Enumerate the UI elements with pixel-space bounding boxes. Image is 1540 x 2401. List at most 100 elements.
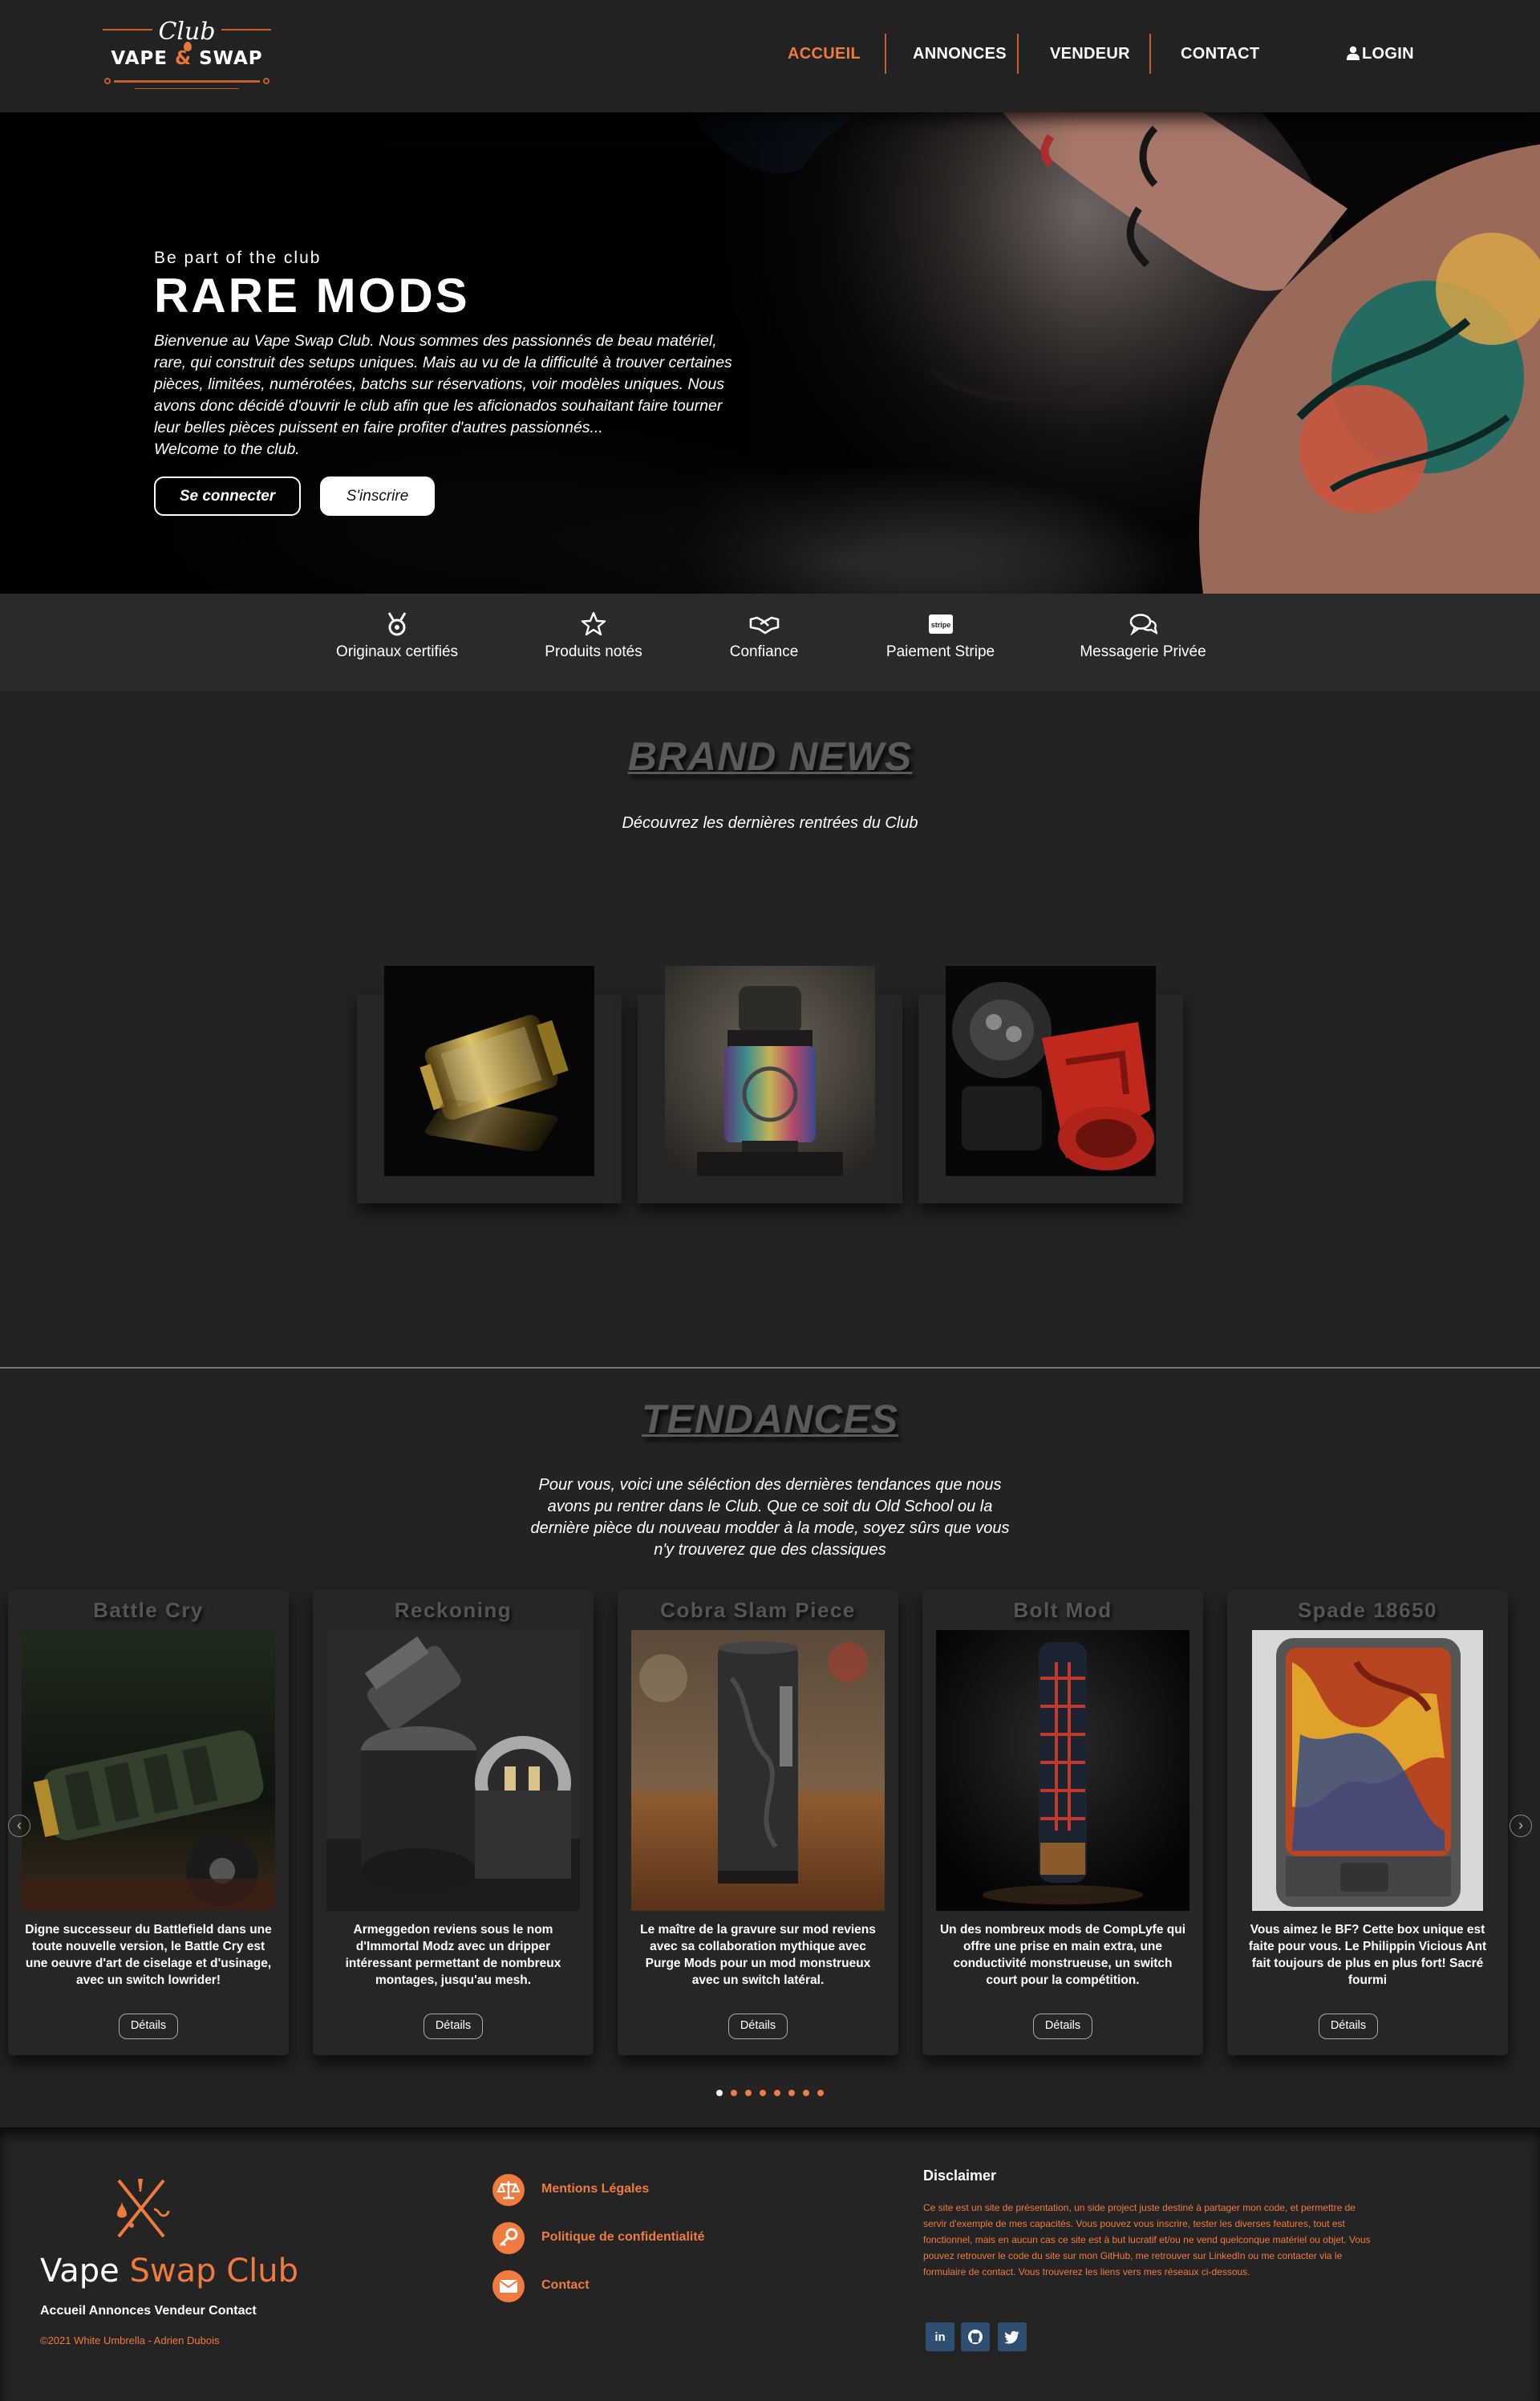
nav-separator [885, 34, 886, 74]
feature-label: Confiance [729, 643, 799, 660]
trend-card-title: Cobra Slam Piece [660, 1598, 856, 1622]
site-logo[interactable]: Club VAPE & SWAP [103, 18, 271, 93]
key-icon [492, 2222, 525, 2254]
details-button[interactable]: Détails [424, 2014, 483, 2039]
carousel-dot[interactable] [745, 2090, 752, 2096]
feature-label: Produits notés [545, 643, 642, 660]
features-bar: Originaux certifiés Produits notés Confi… [0, 594, 1540, 692]
balance-scale-icon [492, 2174, 525, 2206]
trend-image-spade-18650[interactable] [1252, 1630, 1483, 1911]
details-button[interactable]: Détails [1319, 2014, 1378, 2039]
carousel-dot[interactable] [731, 2090, 737, 2096]
chat-icon [1129, 614, 1157, 636]
nav-login[interactable]: LOGIN [1347, 45, 1414, 63]
login-button[interactable]: Se connecter [154, 477, 301, 516]
details-button[interactable]: Détails [1033, 2014, 1092, 2039]
hero-title: RARE MODS [154, 269, 470, 322]
user-icon [1347, 46, 1360, 60]
news-image-atomizer-gold[interactable] [384, 966, 594, 1176]
carousel-dot[interactable] [716, 2090, 723, 2096]
trend-card-description: Digne successeur du Battlefield dans une… [25, 1923, 272, 1987]
carousel-next-button[interactable]: › [1510, 1815, 1532, 1837]
section-divider [0, 1367, 1540, 1369]
brand-news-title: BRAND NEWS [627, 734, 913, 779]
feature-label: Originaux certifiés [335, 643, 459, 660]
feature-messagerie: Messagerie Privée [1067, 611, 1219, 661]
trend-card-title: Spade 18650 [1297, 1598, 1438, 1622]
carousel-prev-button[interactable]: ‹ [8, 1815, 30, 1837]
trend-card-title: Battle Cry [93, 1598, 204, 1622]
trend-card[interactable]: Spade 18650 Vous aimez le BF? Cette box … [1227, 1590, 1508, 2055]
brand-news-subtitle: Découvrez les dernières rentrées du Club [622, 814, 918, 832]
trend-card-description: Vous aimez le BF? Cette box unique est f… [1248, 1923, 1487, 1987]
tendances-title: TENDANCES [641, 1397, 899, 1442]
svg-text:in: in [934, 2330, 945, 2344]
feature-label: Paiement Stripe [886, 643, 995, 660]
nav-contact[interactable]: CONTACT [1181, 45, 1259, 63]
tendances-subtitle: Pour vous, voici une séléction des derni… [530, 1476, 1010, 1559]
handshake-icon [749, 616, 779, 635]
logo-ornament [135, 88, 239, 89]
carousel-dot[interactable] [817, 2090, 824, 2096]
footer-logo-icon [117, 2179, 170, 2238]
nav-vendeur[interactable]: VENDEUR [1050, 45, 1130, 63]
hero-description: Bienvenue au Vape Swap Club. Nous sommes… [154, 332, 732, 458]
nav-accueil[interactable]: ACCUEIL [788, 45, 861, 63]
svg-text:stripe: stripe [930, 621, 950, 629]
trend-card-description: Un des nombreux mods de CompLyfe qui off… [939, 1923, 1185, 1987]
carousel-dot[interactable] [803, 2090, 809, 2096]
feature-produits-notes: Produits notés [529, 611, 658, 661]
hero-banner: Be part of the club RARE MODS Bienvenue … [0, 112, 1540, 594]
disclaimer-text: Ce site est un site de présentation, un … [923, 2202, 1371, 2277]
trend-card-title: Reckoning [394, 1598, 513, 1622]
trend-image-battle-cry[interactable] [22, 1630, 275, 1911]
logo-ornament [263, 78, 270, 84]
footer: Vape Swap Club Accueil Annonces Vendeur … [0, 2127, 1540, 2401]
twitter-button[interactable] [998, 2322, 1027, 2351]
linkedin-button[interactable]: in [926, 2322, 954, 2351]
nav-annonces[interactable]: ANNONCES [913, 45, 1007, 63]
envelope-icon [492, 2270, 525, 2302]
medal-icon [387, 612, 407, 636]
logo-brand-text: VAPE & SWAP [111, 48, 263, 69]
linkedin-icon: in [934, 2330, 945, 2344]
details-button[interactable]: Détails [728, 2014, 788, 2039]
logo-ornament [114, 80, 260, 83]
feature-originaux: Originaux certifiés [325, 611, 469, 661]
star-icon [581, 611, 606, 636]
news-image-red-rda[interactable] [946, 966, 1156, 1176]
logo-ornament [104, 78, 111, 84]
hero-content: Be part of the club RARE MODS Bienvenue … [154, 249, 844, 517]
trend-image-bolt-mod[interactable] [936, 1630, 1189, 1911]
trend-card-description: Armeggedon reviens sous le nom d'Immorta… [345, 1923, 561, 1987]
feature-paiement-stripe: stripe Paiement Stripe [874, 611, 1007, 661]
carousel-dot[interactable] [760, 2090, 766, 2096]
feature-label: Messagerie Privée [1080, 643, 1206, 660]
trend-card[interactable]: Reckoning Armeggedon reviens sous le nom… [313, 1590, 594, 2055]
nav-separator [1017, 34, 1019, 74]
carousel-dot[interactable] [774, 2090, 780, 2096]
disclaimer-title: Disclaimer [923, 2168, 997, 2184]
signup-button[interactable]: S'inscrire [320, 477, 435, 516]
hero-kicker: Be part of the club [154, 249, 322, 267]
news-image-rainbow-dripper[interactable] [665, 966, 875, 1176]
trend-image-reckoning[interactable] [326, 1630, 580, 1911]
footer-brand: Vape Swap Club [40, 2253, 298, 2289]
github-button[interactable] [961, 2322, 990, 2351]
nav-separator [1149, 34, 1151, 74]
trend-card[interactable]: Battle Cry Digne successeur du Battlefie… [8, 1590, 289, 2055]
feature-confiance: Confiance [706, 611, 822, 661]
trend-card-description: Le maître de la gravure sur mod reviens … [640, 1923, 876, 1987]
carousel-dot[interactable] [788, 2090, 795, 2096]
footer-links[interactable]: Accueil Annonces Vendeur Contact [40, 2304, 257, 2318]
trend-image-cobra-slam-piece[interactable] [631, 1630, 885, 1911]
github-icon [968, 2330, 983, 2344]
trend-card[interactable]: Bolt Mod Un des nombreux mods de CompLyf… [922, 1590, 1203, 2055]
logo-ornament [221, 29, 271, 30]
trend-card[interactable]: Cobra Slam Piece Le maître de la gravure… [618, 1590, 898, 2055]
details-button[interactable]: Détails [119, 2014, 178, 2039]
trend-card-title: Bolt Mod [1013, 1598, 1112, 1622]
navbar: Club VAPE & SWAP ACCUEIL ANNONCES VENDEU… [0, 0, 1540, 112]
twitter-icon [1004, 2330, 1019, 2344]
logo-ornament [103, 29, 152, 30]
